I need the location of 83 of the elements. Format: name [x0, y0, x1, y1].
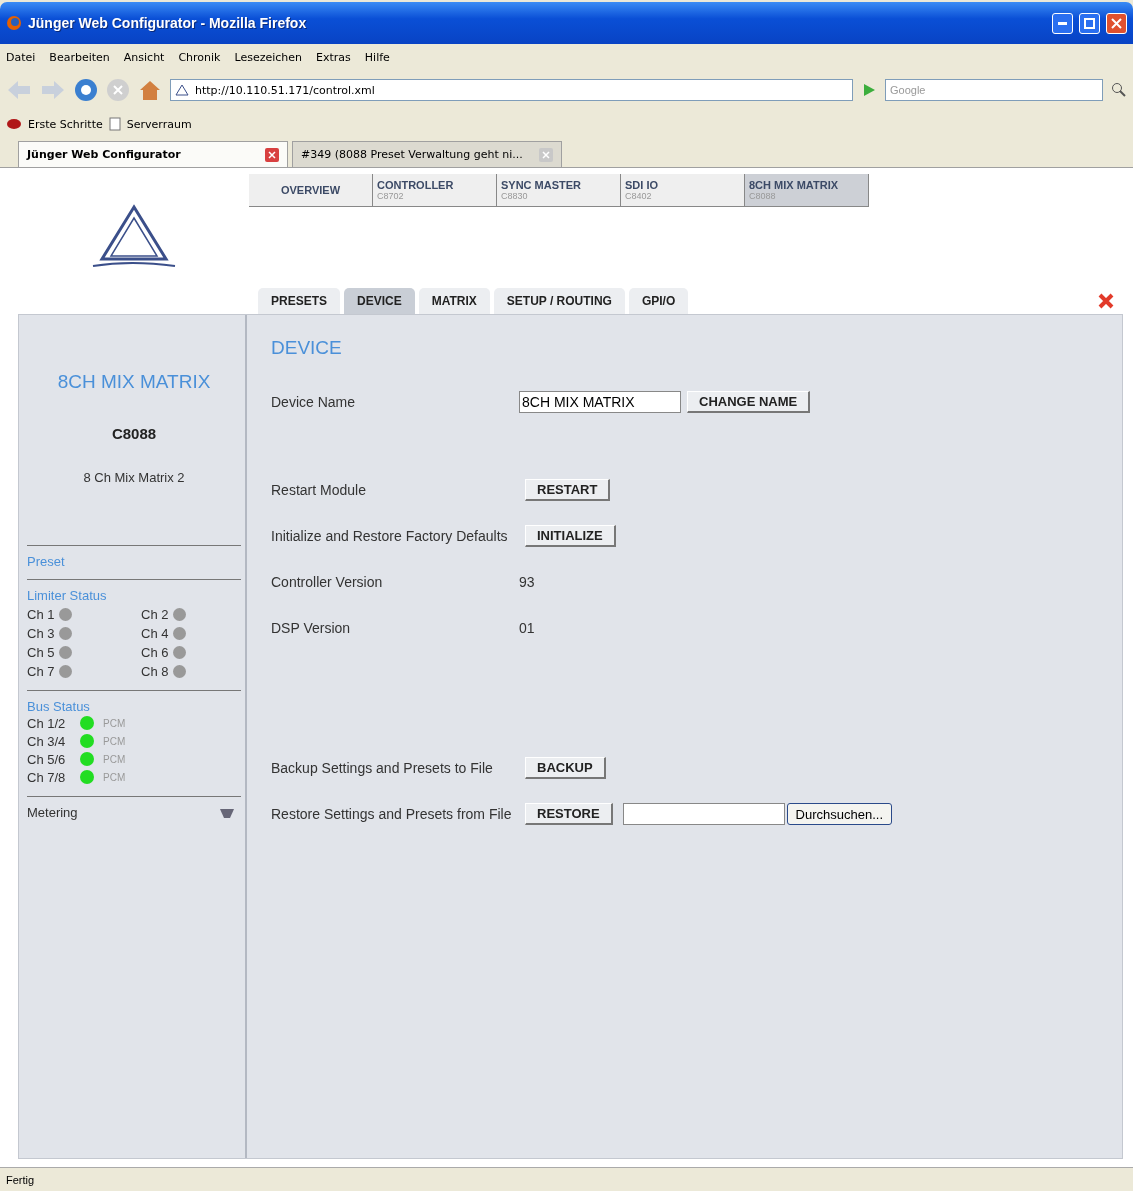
file-path-field[interactable]: [622, 803, 785, 825]
channel-label: Ch 6: [141, 644, 169, 660]
section-heading: Bus Status: [27, 699, 91, 714]
search-icon[interactable]: [1111, 82, 1127, 98]
menu-item[interactable]: Bearbeiten: [49, 50, 110, 64]
setting-label: Restart Module: [271, 482, 367, 498]
section-heading: Limiter Status: [27, 588, 108, 603]
channel-label: Ch 8: [141, 663, 169, 679]
tab-title: Jünger Web Configurator: [27, 148, 182, 161]
channel-label: Ch 1: [27, 606, 55, 622]
setting-label: Device Name: [271, 394, 357, 410]
window-title: Jünger Web Configurator - Mozilla Firefox: [28, 15, 308, 31]
channel-label: Ch 2: [141, 606, 169, 622]
channel-label: Ch 3/4: [27, 733, 67, 749]
format-label: PCM: [103, 735, 126, 747]
page-tab[interactable]: DEVICE: [344, 288, 415, 314]
menu-item[interactable]: Datei: [6, 50, 36, 64]
menu-item[interactable]: Ansicht: [123, 50, 165, 64]
module-model: C8088: [110, 425, 158, 442]
channel-label: Ch 7: [27, 663, 55, 679]
version-value: 01: [519, 620, 535, 636]
url-text: http://10.110.51.171/control.xml: [195, 83, 375, 97]
home-icon[interactable]: [138, 78, 162, 102]
browser-tab[interactable]: #349 (8088 Preset Verwaltung geht ni...: [292, 141, 562, 167]
action-button[interactable]: BACKUP: [525, 757, 606, 779]
browser-tab[interactable]: Jünger Web Configurator: [18, 141, 288, 167]
module-tab[interactable]: CONTROLLER C8702: [373, 174, 497, 207]
browser-logo-icon: [6, 15, 22, 31]
bookmark-link[interactable]: Serverraum: [126, 117, 192, 131]
tab-title: #349 (8088 Preset Verwaltung geht ni...: [301, 148, 524, 161]
setting-label: Restore Settings and Presets from File: [271, 806, 513, 822]
close-icon[interactable]: [1097, 292, 1115, 310]
action-button[interactable]: RESTART: [525, 479, 611, 501]
channel-label: Ch 3: [27, 625, 55, 641]
module-title: 8CH MIX MATRIX: [56, 371, 212, 393]
section-heading[interactable]: Metering: [27, 805, 78, 820]
menu-item[interactable]: Chronik: [178, 50, 221, 64]
page-tab[interactable]: GPI/O: [628, 288, 689, 314]
triangle-logo-icon: [175, 84, 189, 96]
module-description: 8 Ch Mix Matrix 2: [82, 470, 186, 485]
bookmark-icon: [6, 117, 22, 131]
module-tab[interactable]: OVERVIEW: [249, 174, 373, 207]
close-icon[interactable]: [265, 147, 279, 162]
page-tab[interactable]: PRESETS: [258, 288, 340, 314]
maximize-icon: [1084, 17, 1095, 29]
action-button[interactable]: INITIALIZE: [525, 525, 616, 547]
page-tab[interactable]: SETUP / ROUTING: [493, 288, 625, 314]
channel-label: Ch 4: [141, 625, 169, 641]
restore-button[interactable]: RESTORE: [525, 803, 613, 825]
maximize-button[interactable]: [1079, 12, 1100, 34]
page-icon: [108, 117, 121, 131]
meter-icon: [219, 806, 235, 819]
setting-label: Backup Settings and Presets to File: [271, 760, 494, 776]
change-name-button[interactable]: CHANGE NAME: [687, 391, 811, 413]
format-label: PCM: [103, 771, 126, 783]
module-tab[interactable]: SYNC MASTER C8830: [497, 174, 621, 207]
status-text: Fertig: [0, 1167, 1133, 1191]
minimize-icon: [1058, 21, 1067, 25]
setting-label: Initialize and Restore Factory Defaults: [271, 528, 509, 544]
channel-label: Ch 1/2: [27, 715, 67, 731]
channel-label: Ch 5: [27, 644, 55, 660]
setting-label: DSP Version: [271, 620, 352, 636]
go-arrow-icon[interactable]: [861, 82, 877, 98]
address-bar[interactable]: http://10.110.51.171/control.xml: [170, 79, 853, 101]
setting-label: Controller Version: [271, 574, 384, 590]
menu-item[interactable]: Hilfe: [364, 50, 390, 64]
browse-button[interactable]: Durchsuchen...: [786, 803, 893, 825]
version-value: 93: [519, 574, 535, 590]
format-label: PCM: [103, 753, 126, 765]
menu-item[interactable]: Lesezeichen: [234, 50, 303, 64]
close-button[interactable]: [1106, 12, 1127, 34]
device-name-field[interactable]: 8CH MIX MATRIX: [519, 391, 681, 413]
page-tab[interactable]: MATRIX: [418, 288, 490, 314]
minimize-button[interactable]: [1052, 12, 1073, 34]
channel-label: Ch 5/6: [27, 751, 67, 767]
menu-item[interactable]: Extras: [316, 50, 351, 64]
bookmark-link[interactable]: Erste Schritte: [28, 117, 103, 131]
page-heading: DEVICE: [271, 337, 343, 359]
reload-icon[interactable]: [74, 78, 98, 102]
close-icon: [1111, 17, 1122, 29]
module-tab[interactable]: SDI IO C8402: [621, 174, 745, 207]
format-label: PCM: [103, 717, 126, 729]
channel-label: Ch 7/8: [27, 769, 67, 785]
